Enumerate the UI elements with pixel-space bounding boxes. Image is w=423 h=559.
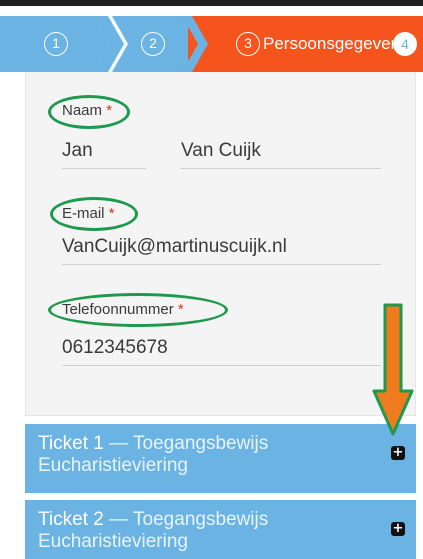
ticket-2-dash: — <box>109 509 129 530</box>
step-3[interactable]: 3 <box>236 32 260 56</box>
step-separator-chevron <box>182 16 222 72</box>
email-input[interactable]: VanCuijk@martinuscuijk.nl <box>62 236 287 258</box>
highlight-ellipse <box>48 95 130 129</box>
phone-underline <box>62 365 381 366</box>
ticket-1-name: Ticket 1 <box>38 433 104 454</box>
step-1[interactable]: 1 <box>44 32 68 56</box>
ticket-1-dash: — <box>109 433 129 454</box>
ticket-2-type: Toegangsbewijs <box>133 509 269 530</box>
highlight-ellipse <box>50 197 138 231</box>
step-separator-chevron <box>94 16 128 72</box>
step-2[interactable]: 2 <box>141 32 165 56</box>
ticket-1-accordion[interactable]: Ticket 1 — Toegangsbewijs Eucharistievie… <box>25 424 416 493</box>
personal-details-form: Naam * Jan Van Cuijk E-mail * VanCuijk@m… <box>25 72 416 416</box>
first-name-input[interactable]: Jan <box>62 140 93 162</box>
email-underline <box>62 264 381 265</box>
plus-square-icon[interactable]: + <box>391 522 405 536</box>
step-3-label: Persoonsgegevens <box>263 34 393 53</box>
ticket-2-accordion[interactable]: Ticket 2 — Toegangsbewijs Eucharistievie… <box>25 500 416 559</box>
plus-square-icon[interactable]: + <box>391 446 405 460</box>
ticket-1-title: Ticket 1 — Toegangsbewijs <box>38 433 268 455</box>
ticket-2-title: Ticket 2 — Toegangsbewijs <box>38 509 268 531</box>
step-4[interactable]: 4 <box>393 32 417 56</box>
phone-input[interactable]: 0612345678 <box>62 337 168 359</box>
ticket-1-event: Eucharistieviering <box>38 455 188 476</box>
annotation-arrow-icon <box>372 303 414 436</box>
first-name-underline <box>62 168 146 169</box>
last-name-input[interactable]: Van Cuijk <box>181 140 261 162</box>
top-status-line <box>0 0 423 6</box>
ticket-2-name: Ticket 2 <box>38 509 104 530</box>
highlight-ellipse <box>48 293 228 327</box>
ticket-1-type: Toegangsbewijs <box>133 433 269 454</box>
ticket-2-event: Eucharistieviering <box>38 531 188 552</box>
last-name-underline <box>181 168 381 169</box>
progress-stepper: 1 2 3 Persoonsgegevens 4 <box>0 16 423 72</box>
